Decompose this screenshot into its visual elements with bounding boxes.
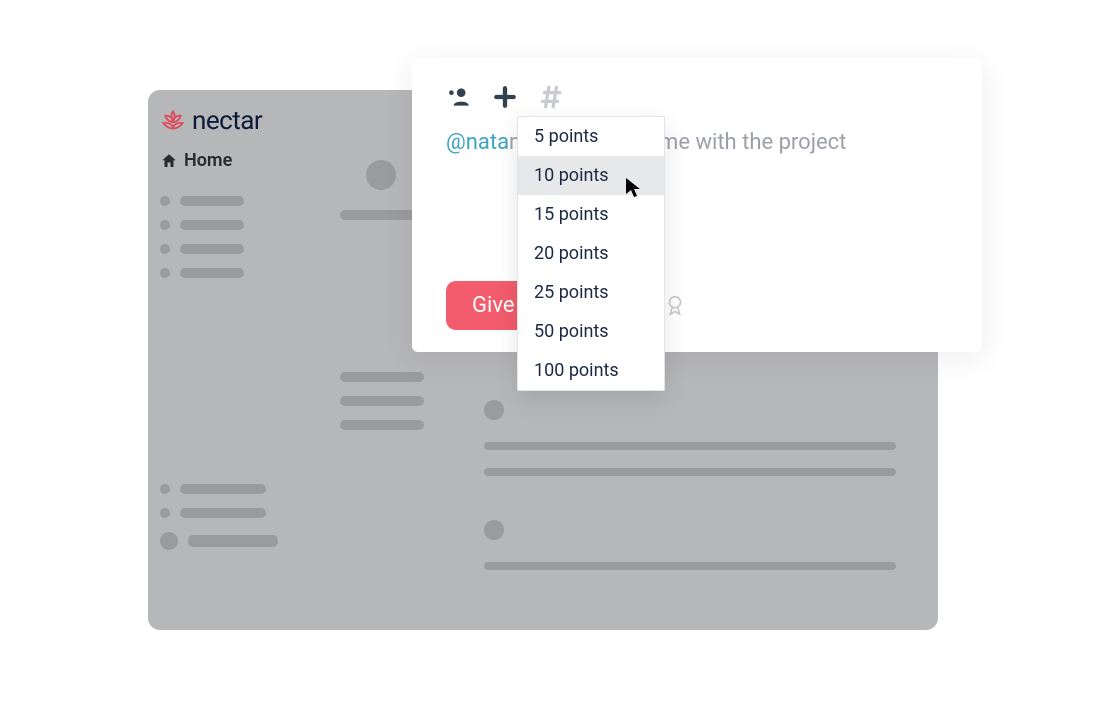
nav-home[interactable]: Home xyxy=(160,150,232,171)
feed-item-skeleton xyxy=(484,520,896,588)
sidebar-skeleton-group-1 xyxy=(160,196,244,292)
sidebar-skeleton-group-2 xyxy=(160,484,278,564)
points-option[interactable]: 25 points xyxy=(518,273,664,312)
brand-logo: nectar xyxy=(160,106,262,136)
points-dropdown[interactable]: 5 points10 points15 points20 points25 po… xyxy=(517,116,665,391)
points-option[interactable]: 20 points xyxy=(518,234,664,273)
compose-shoutout-card: @natanks for helping me with the project… xyxy=(412,58,982,352)
feed-item-skeleton xyxy=(484,400,896,494)
main-avatar-skeleton xyxy=(366,160,396,190)
hashtag-icon[interactable] xyxy=(538,84,564,114)
main-lines-skeleton-2 xyxy=(340,372,424,444)
compose-mention: @nata xyxy=(446,130,509,155)
award-icon[interactable] xyxy=(664,294,686,320)
brand-name: nectar xyxy=(192,106,262,136)
nectar-lotus-icon xyxy=(160,108,186,134)
add-person-icon[interactable] xyxy=(446,84,472,114)
add-icon[interactable] xyxy=(492,84,518,114)
cursor-icon xyxy=(624,176,644,204)
home-icon xyxy=(160,152,178,170)
points-option[interactable]: 50 points xyxy=(518,312,664,351)
nav-home-label: Home xyxy=(184,150,232,171)
points-option[interactable]: 100 points xyxy=(518,351,664,390)
points-option[interactable]: 5 points xyxy=(518,117,664,156)
